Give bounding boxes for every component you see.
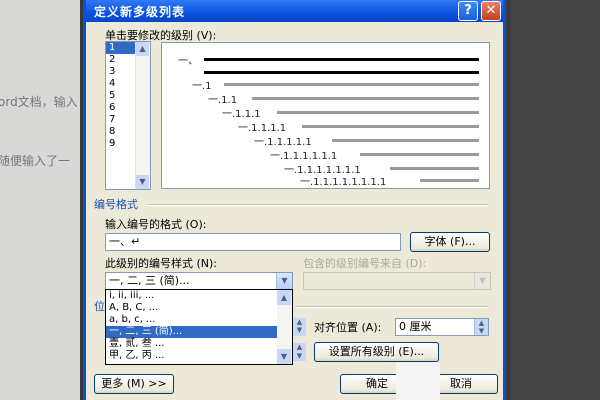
preview-level-line xyxy=(204,58,479,61)
dialog-title: 定义新多级列表 xyxy=(94,5,186,19)
close-button[interactable]: ✕ xyxy=(481,1,501,21)
level-list[interactable]: 1 2 3 4 5 6 7 8 9 ▲ ▼ xyxy=(105,41,151,190)
position-group-label: 位 xyxy=(94,300,105,313)
preview-level-line xyxy=(420,179,479,182)
number-style-dropdown[interactable]: i, ii, iii, ... A, B, C, ... a, b, c, ..… xyxy=(105,289,293,365)
preview-level-label: 一.1.1.1.1.1.1 xyxy=(270,151,338,162)
preview-level-label: 一.1.1.1 xyxy=(222,109,261,120)
style-option-selected[interactable]: 一, 二, 三 (简)... xyxy=(106,326,292,338)
style-option[interactable]: 壹, 贰, 叁 ... xyxy=(106,338,292,350)
preview-level-label: 一.1.1.1.1.1.1.1.1 xyxy=(300,177,387,188)
group-separator xyxy=(148,204,488,206)
background-dark-area xyxy=(510,0,600,400)
scroll-up-icon[interactable]: ▲ xyxy=(277,290,291,305)
preview-level-label: 一.1.1 xyxy=(208,95,238,106)
preview-level-label: 一.1.1.1.1.1 xyxy=(254,137,312,148)
preview-level-label: 一.1 xyxy=(192,81,212,92)
more-button[interactable]: 更多 (M) >> xyxy=(94,374,174,394)
style-option[interactable]: A, B, C, ... xyxy=(106,302,292,314)
font-button[interactable]: 字体 (F)... xyxy=(410,232,490,252)
preview-level-line xyxy=(302,125,479,128)
scroll-up-icon[interactable]: ▲ xyxy=(136,42,149,56)
style-option[interactable]: a, b, c, ... xyxy=(106,314,292,326)
numbering-format-group-label: 编号格式 xyxy=(94,198,138,211)
format-input-label: 输入编号的格式 (O): xyxy=(105,218,207,231)
number-style-select[interactable]: 一, 二, 三 (简)... ▼ xyxy=(105,272,293,290)
chevron-down-icon: ▼ xyxy=(474,273,490,289)
include-level-label: 包含的级别编号来自 (D): xyxy=(303,257,427,270)
preview-level-line xyxy=(204,71,479,74)
set-all-levels-button[interactable]: 设置所有级别 (E)... xyxy=(314,342,439,362)
preview-level-line xyxy=(390,167,479,170)
preview-level-line xyxy=(277,111,479,114)
help-button[interactable]: ? xyxy=(458,1,478,21)
number-style-label: 此级别的编号样式 (N): xyxy=(105,257,218,270)
number-style-value: 一, 二, 三 (简)... xyxy=(109,274,190,287)
group-separator xyxy=(296,306,488,308)
level-preview: 一、 一.1 一.1.1 一.1.1.1 一.1.1.1.1 一.1.1.1.1… xyxy=(161,42,490,189)
title-bar[interactable]: 定义新多级列表 ? ✕ xyxy=(86,0,503,22)
align-position-value: 0 厘米 xyxy=(399,320,432,333)
hidden-spinner[interactable]: ▲ ▼ xyxy=(292,343,306,361)
preview-level-line xyxy=(252,97,479,100)
style-option[interactable]: i, ii, iii, ... xyxy=(106,290,292,302)
scroll-down-icon[interactable]: ▼ xyxy=(277,349,291,364)
align-position-stepper[interactable]: ▲ ▼ xyxy=(474,319,488,335)
preview-level-line xyxy=(332,139,479,142)
scroll-down-icon[interactable]: ▼ xyxy=(136,175,149,189)
preview-level-line xyxy=(360,153,479,156)
preview-level-label: 一、 xyxy=(178,56,198,67)
define-multilevel-list-dialog: 定义新多级列表 ? ✕ 单击要修改的级别 (V): 1 2 3 4 5 6 7 … xyxy=(83,0,506,400)
background-document: ord文档，输入 随便输入了一 xyxy=(0,0,80,400)
background-text-line: 随便输入了一 xyxy=(0,154,71,168)
level-list-scrollbar[interactable]: ▲ ▼ xyxy=(135,42,150,189)
background-text-line: ord文档，输入 xyxy=(0,95,78,109)
preview-level-label: 一.1.1.1.1 xyxy=(238,123,287,134)
align-position-input[interactable]: 0 厘米 ▲ ▼ xyxy=(395,318,489,336)
chevron-down-icon[interactable]: ▼ xyxy=(276,273,292,289)
dropdown-scrollbar[interactable]: ▲ ▼ xyxy=(277,290,292,364)
include-level-select: ▼ xyxy=(303,272,491,290)
preview-level-line xyxy=(224,83,479,86)
hidden-spinner[interactable]: ▲ ▼ xyxy=(292,318,306,336)
number-format-input[interactable]: 一、↵ xyxy=(105,233,401,251)
align-position-label: 对齐位置 (A): xyxy=(314,321,382,334)
style-option[interactable]: 甲, 乙, 丙 ... xyxy=(106,350,292,362)
watermark-patch xyxy=(396,362,440,400)
